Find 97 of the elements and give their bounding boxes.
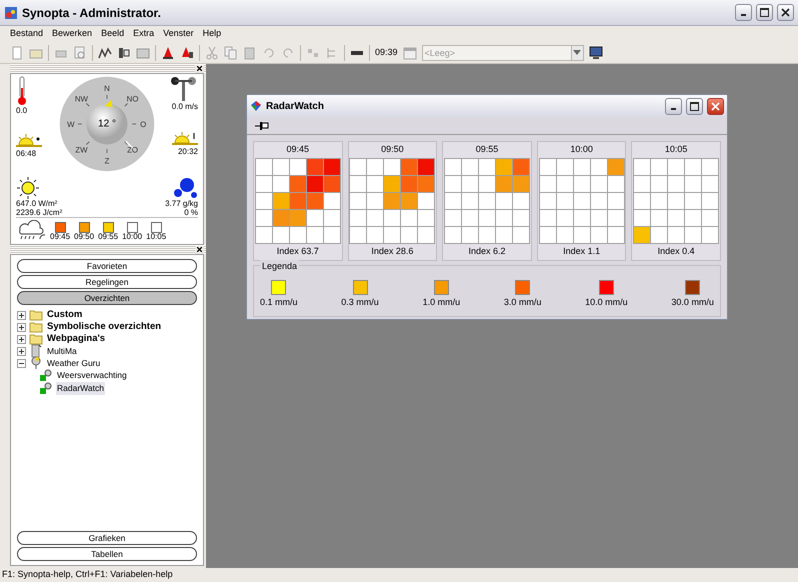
radar-time: 09:50 <box>381 143 404 156</box>
radar-time: 09:55 <box>476 143 498 156</box>
radar-time: 09:45 <box>286 143 310 156</box>
rain-cloud-icon <box>16 220 46 242</box>
maximize-icon <box>760 8 769 17</box>
pin-icon[interactable] <box>255 120 269 130</box>
nav-button[interactable]: Grafieken <box>17 531 197 545</box>
dropdown-button[interactable] <box>572 44 584 60</box>
radar-index: Index 0.4 <box>658 244 695 258</box>
nav-button[interactable]: Overzichten <box>17 291 197 305</box>
monitor-icon[interactable] <box>588 46 603 60</box>
center-temperature: 12 ° <box>98 118 116 132</box>
sunset-icon <box>172 131 198 148</box>
expand-toggle[interactable] <box>17 334 26 344</box>
node-icon <box>39 369 53 382</box>
close-panel-button[interactable] <box>195 246 204 254</box>
close-button[interactable] <box>707 98 724 114</box>
expand-toggle[interactable] <box>17 358 26 368</box>
maximize-button[interactable] <box>756 4 773 21</box>
app-icon <box>250 100 262 112</box>
radar-index: Index 6.2 <box>468 244 506 258</box>
chart-icon[interactable] <box>98 46 112 60</box>
wind-speed-value: 0.0 m/s <box>172 102 198 112</box>
folder-icon <box>29 308 43 322</box>
menu-item[interactable]: Bewerken <box>52 27 92 41</box>
tree-item[interactable]: Webpagina's <box>46 332 106 346</box>
expand-toggle[interactable] <box>17 346 26 356</box>
expand-toggle[interactable] <box>17 310 26 320</box>
sunrise-icon <box>16 133 42 150</box>
tree-item[interactable]: MultiMa <box>46 344 78 358</box>
tree-item[interactable]: Weersverwachting <box>56 369 128 382</box>
menu-item[interactable]: Extra <box>133 27 154 41</box>
folder-icon <box>29 320 43 334</box>
radar-time: 10:00 <box>570 143 593 156</box>
minimize-icon <box>671 108 676 110</box>
forecast-time: 10:00 <box>122 233 142 242</box>
expand-toggle[interactable] <box>17 322 26 332</box>
weather-icon <box>29 356 43 370</box>
anemometer-icon <box>170 76 198 102</box>
precipitation-value: 0 % <box>184 208 198 217</box>
forecast-time: 09:50 <box>74 233 94 242</box>
legend-label: 0.1 mm/u <box>260 296 298 309</box>
sunset-time: 20:32 <box>178 147 198 156</box>
plus-icon <box>19 312 24 318</box>
nav-button[interactable]: Regelingen <box>17 275 197 289</box>
minimize-icon <box>741 14 746 16</box>
forecast-time: 10:05 <box>146 233 166 242</box>
app-icon <box>4 6 18 20</box>
tree-item[interactable]: Custom <box>46 308 84 322</box>
water-drops-icon <box>172 176 198 199</box>
menu-item[interactable]: Help <box>202 27 222 41</box>
nav-button[interactable]: Tabellen <box>17 547 197 561</box>
menu-item[interactable]: Venster <box>163 27 194 41</box>
radar-index: Index 1.1 <box>563 244 600 258</box>
tree-item[interactable]: Weather Guru <box>46 356 102 370</box>
radar-index: Index 63.7 <box>276 244 319 258</box>
plus-icon <box>19 348 24 354</box>
nav-button[interactable]: Favorieten <box>17 259 197 273</box>
legend-label: 3.0 mm/u <box>504 296 542 309</box>
tree-item[interactable]: RadarWatch <box>56 382 105 395</box>
plus-icon <box>19 324 24 330</box>
legend-label: 0.3 mm/u <box>341 296 379 309</box>
forecast-time: 09:55 <box>98 233 118 242</box>
close-panel-button[interactable] <box>195 64 204 72</box>
sun-icon <box>16 176 40 199</box>
legend-label: 1.0 mm/u <box>422 296 460 309</box>
radiation-value: 647.0 W/m² <box>16 198 58 208</box>
folder-icon <box>29 332 43 346</box>
sunrise-time: 06:48 <box>16 149 38 158</box>
humidity-value: 3.77 g/kg <box>165 198 198 208</box>
panel-icon[interactable] <box>117 46 131 60</box>
close-icon <box>781 8 790 17</box>
menu-item[interactable]: Beeld <box>101 27 124 41</box>
close-button[interactable] <box>777 4 794 21</box>
legend-label: 10.0 mm/u <box>585 296 628 309</box>
legend-title: Legenda <box>260 260 300 274</box>
time-text: 09:39 <box>375 46 398 59</box>
node-icon <box>39 382 53 395</box>
tree-item[interactable]: Symbolische overzichten <box>46 320 162 334</box>
caret-icon <box>573 50 582 55</box>
legend-label: 30.0 mm/u <box>671 296 714 309</box>
minimize-button[interactable] <box>735 4 752 21</box>
temperature-value: 0.0 <box>16 106 28 116</box>
minus-icon <box>19 360 24 366</box>
plus-icon <box>19 336 24 342</box>
forecast-time: 09:45 <box>50 233 70 242</box>
radar-time: 10:05 <box>664 143 688 156</box>
radar-index: Index 28.6 <box>371 244 414 258</box>
window-title: Synopta - Administrator. <box>22 4 161 22</box>
menu-item[interactable]: Bestand <box>10 27 44 41</box>
close-icon <box>711 102 720 110</box>
status-text: F1: Synopta-help, Ctrl+F1: Variabelen-help <box>2 568 173 582</box>
minimize-button[interactable] <box>665 98 682 114</box>
window-title: RadarWatch <box>266 100 324 114</box>
maximize-icon <box>690 102 699 110</box>
thermometer-icon <box>16 76 28 106</box>
maximize-button[interactable] <box>686 98 703 114</box>
